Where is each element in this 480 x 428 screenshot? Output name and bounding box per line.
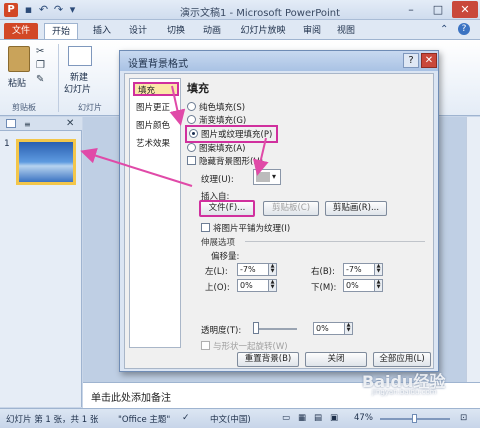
arrow-option-to-file: [252, 137, 269, 176]
watermark-url: jingyan.baidu.com: [372, 388, 437, 396]
arrow-nav-to-option: [169, 85, 186, 126]
arrow-file-to-thumbnail: [80, 147, 193, 187]
annotation-arrows: [80, 85, 269, 187]
